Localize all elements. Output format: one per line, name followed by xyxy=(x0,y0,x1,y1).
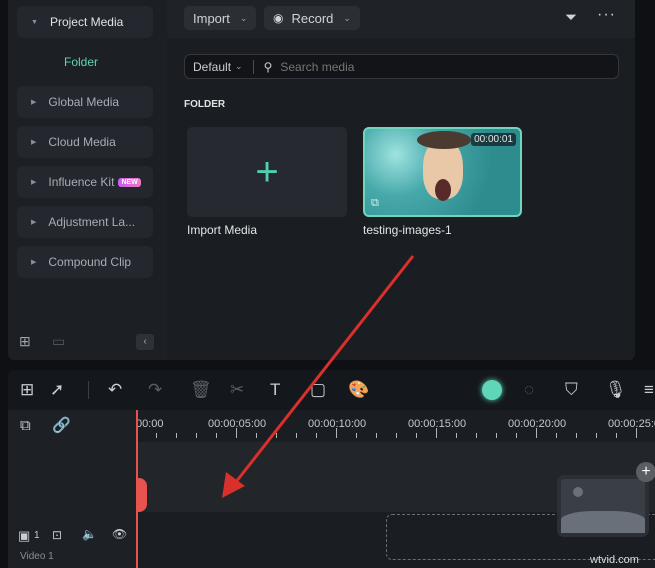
arrow-line xyxy=(230,255,415,488)
annotation-arrow xyxy=(222,255,415,498)
